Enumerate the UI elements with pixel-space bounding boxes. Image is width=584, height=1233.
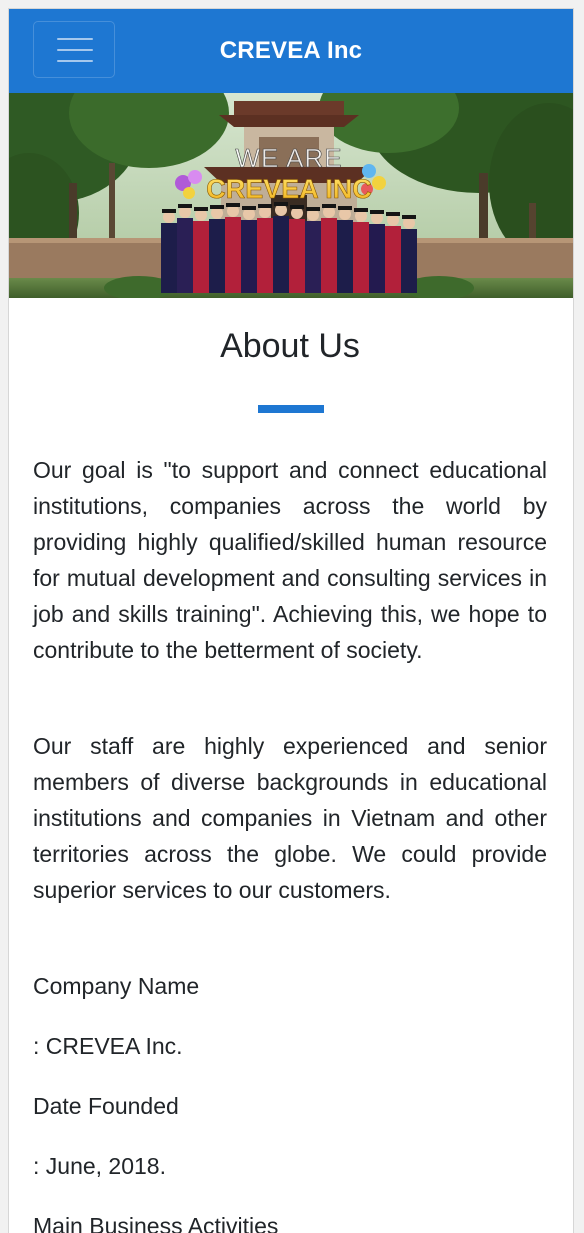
banner-overlay-line1: WE ARE — [235, 143, 342, 173]
page-frame: CREVEA Inc WE ARE CREVEA INC About Us Ou… — [8, 8, 574, 1233]
brand-title[interactable]: CREVEA Inc — [9, 37, 573, 65]
heading-divider — [258, 405, 324, 413]
main-business-label: Main Business Activities — [33, 1213, 279, 1233]
about-paragraph-1: Our goal is "to support and connect educ… — [33, 457, 547, 663]
top-navbar: CREVEA Inc — [9, 9, 573, 93]
about-paragraph-2: Our staff are highly experienced and sen… — [33, 733, 547, 903]
banner-overlay-line2: CREVEA INC — [206, 174, 372, 204]
date-founded-value: : June, 2018. — [33, 1153, 166, 1179]
company-name-value: : CREVEA Inc. — [33, 1033, 183, 1059]
hero-banner-image: WE ARE CREVEA INC — [9, 93, 573, 298]
about-heading: About Us — [220, 327, 360, 365]
date-founded-label: Date Founded — [33, 1093, 179, 1119]
about-section: About Us Our goal is "to support and con… — [33, 298, 547, 1233]
company-name-label: Company Name — [33, 973, 200, 999]
